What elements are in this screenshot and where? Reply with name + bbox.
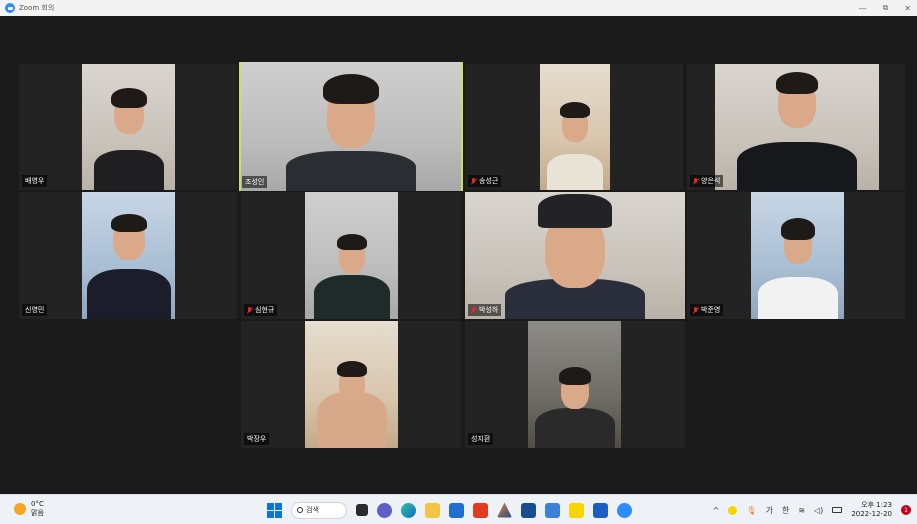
participant-video <box>540 64 610 190</box>
participant-tile-active-speaker[interactable]: 조성인 <box>239 62 463 191</box>
microphone-muted-icon <box>247 306 253 314</box>
participant-name-label: 송성근 <box>468 175 502 187</box>
office-icon[interactable] <box>473 502 488 518</box>
participant-video <box>241 62 461 191</box>
participant-tile[interactable]: 심현규 <box>241 192 461 319</box>
participant-name-label: 박준영 <box>690 304 724 316</box>
participant-video <box>751 192 844 319</box>
participant-name-label: 양은석 <box>690 175 724 187</box>
participant-tile[interactable]: 박준영 <box>687 192 905 319</box>
participant-name-label: 조성인 <box>242 176 268 188</box>
edge-browser-icon[interactable] <box>401 502 416 518</box>
gallery-view: 배영우 조성인 송성근 양은석 신영민 심현규 박성하 박준영 박장우 성지환 <box>6 16 915 494</box>
zoom-app-icon <box>5 3 15 13</box>
close-button[interactable]: ✕ <box>904 4 911 13</box>
participant-video <box>528 321 621 448</box>
weather-widget[interactable]: 0°C 맑음 <box>14 500 44 518</box>
participant-video <box>305 321 398 448</box>
taskbar-search-box[interactable]: 검색 <box>291 501 347 519</box>
notification-badge[interactable]: 1 <box>901 505 911 515</box>
notepad-icon[interactable] <box>545 502 560 518</box>
participant-tile[interactable]: 양은석 <box>687 64 905 190</box>
microphone-muted-icon <box>693 177 699 185</box>
participant-tile[interactable]: 배영우 <box>19 64 237 190</box>
kakaotalk-icon[interactable] <box>569 502 584 518</box>
task-view-icon[interactable] <box>356 504 368 516</box>
participant-name-label: 신영민 <box>22 304 48 316</box>
taskbar-apps: 검색 <box>267 500 632 520</box>
wifi-icon[interactable]: ≋ <box>798 506 805 515</box>
clock-time: 오후 1:23 <box>861 501 892 509</box>
kakaotalk-tray-icon[interactable] <box>728 505 738 515</box>
restore-button[interactable]: ⧉ <box>883 3 889 13</box>
minimize-button[interactable]: — <box>859 4 867 13</box>
participant-tile[interactable]: 성지환 <box>465 321 685 448</box>
participant-video <box>82 64 175 190</box>
window-title: Zoom 회의 <box>19 4 55 12</box>
clock-date: 2022-12-20 <box>851 510 892 518</box>
window-titlebar: Zoom 회의 — ⧉ ✕ <box>0 0 917 16</box>
system-clock[interactable]: 오후 1:23 2022-12-20 <box>851 501 892 519</box>
microphone-muted-icon <box>693 306 699 314</box>
sun-icon <box>14 503 26 515</box>
volume-icon[interactable]: ◁) <box>814 506 823 515</box>
system-tray: ^ 🎙︎ 가 한 ≋ ◁) 오후 1:23 2022-12-20 1 <box>713 498 911 522</box>
participant-name-label: 성지환 <box>468 433 494 445</box>
participant-name-label: 심현규 <box>244 304 278 316</box>
participant-name-label: 박장우 <box>244 433 270 445</box>
participant-tile[interactable]: 박성하 <box>465 192 685 319</box>
participant-video <box>465 192 685 319</box>
participant-video <box>82 192 175 319</box>
microphone-muted-icon <box>471 306 477 314</box>
participant-tile[interactable]: 신영민 <box>19 192 237 319</box>
windows-start-icon[interactable] <box>267 502 282 518</box>
file-explorer-icon[interactable] <box>425 502 440 518</box>
participant-name-label: 배영우 <box>22 175 48 187</box>
battery-icon[interactable] <box>832 507 843 513</box>
microphone-icon[interactable]: 🎙︎ <box>746 506 756 515</box>
participant-video <box>715 64 879 190</box>
ime-hangul-indicator[interactable]: 가 <box>766 505 773 516</box>
microphone-muted-icon <box>471 177 477 185</box>
chevron-up-icon[interactable]: ^ <box>713 506 720 515</box>
app-icon[interactable] <box>593 502 608 518</box>
matlab-icon[interactable] <box>497 502 512 518</box>
participant-video <box>305 192 398 319</box>
participant-tile[interactable]: 박장우 <box>241 321 461 448</box>
zoom-taskbar-icon[interactable] <box>617 502 632 518</box>
weather-temperature: 0°C <box>31 500 44 508</box>
chat-icon[interactable] <box>377 502 392 518</box>
search-icon <box>297 507 303 513</box>
windows-taskbar: 0°C 맑음 검색 ^ 🎙︎ 가 한 ≋ ◁) 오후 1:23 2022-12-… <box>0 494 917 524</box>
weather-description: 맑음 <box>31 509 44 517</box>
search-label: 검색 <box>306 506 319 514</box>
ime-mode-indicator[interactable]: 한 <box>782 505 789 516</box>
participant-name-label: 박성하 <box>468 304 502 316</box>
store-icon[interactable] <box>449 502 464 518</box>
participant-tile[interactable]: 송성근 <box>465 64 683 190</box>
sticky-app-icon[interactable] <box>521 502 536 518</box>
